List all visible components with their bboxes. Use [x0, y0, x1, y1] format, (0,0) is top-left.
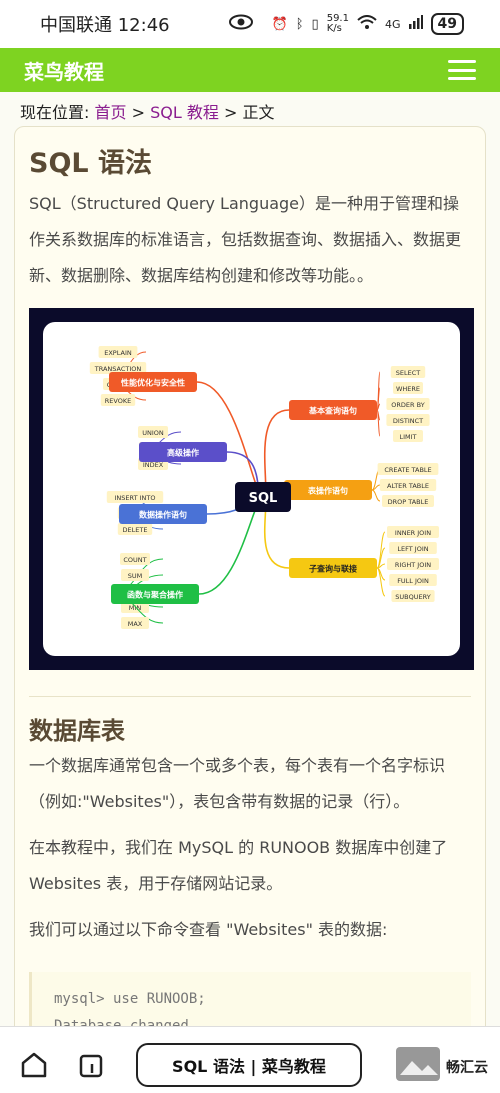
mindmap-branch-label: 高级操作 [167, 448, 199, 458]
paragraph-websites: 在本教程中，我们在 MySQL 的 RUNOOB 数据库中创建了 Website… [29, 838, 448, 893]
code-line: mysql> use RUNOOB; [54, 991, 206, 1007]
mindmap-leaf-label: SELECT [396, 369, 420, 377]
wifi-icon [357, 15, 377, 33]
mindmap-leaf-label: SUM [128, 572, 143, 580]
mindmap-leaf-label: SUBQUERY [395, 593, 430, 601]
breadcrumb-current: 正文 [242, 103, 275, 122]
home-icon[interactable] [20, 1051, 48, 1083]
breadcrumb-separator: > [131, 103, 146, 122]
alarm-icon: ⏰ [271, 16, 288, 32]
mindmap-branch-label: 子查询与联接 [309, 564, 357, 574]
breadcrumb-section-link[interactable]: SQL 教程 [150, 103, 219, 122]
mindmap-leaf-label: MAX [128, 620, 143, 628]
mindmap-leaf-label: INNER JOIN [395, 529, 431, 537]
mindmap-leaf-label: CREATE TABLE [384, 466, 431, 474]
vibrate-icon: ▯ [311, 16, 319, 32]
section-title: 数据库表 [29, 717, 125, 745]
mindmap-svg: EXPLAINTRANSACTIONGRANTREVOKE性能优化与安全性UNI… [89, 346, 439, 629]
clock: 12:46 [117, 15, 170, 36]
mindmap-branch-label: 数据操作语句 [139, 510, 187, 520]
sql-mindmap-image: EXPLAINTRANSACTIONGRANTREVOKE性能优化与安全性UNI… [29, 308, 474, 670]
paragraph-tables: 一个数据库通常包含一个或多个表，每个表有一个名字标识（例如:"Websites"… [29, 756, 446, 811]
site-logo[interactable]: 菜鸟教程 [24, 56, 104, 85]
signal-icon [408, 15, 423, 33]
mindmap-leaf-label: UNION [142, 429, 164, 437]
mindmap-leaf-label: INSERT INTO [115, 494, 156, 502]
mindmap-leaf-label: EXPLAIN [104, 349, 132, 357]
gallery-icon[interactable] [394, 1045, 442, 1087]
mindmap-branch-label: 基本查询语句 [308, 406, 357, 416]
browser-bottom-bar: SQL 语法 | 菜鸟教程 畅汇云 [0, 1026, 500, 1093]
mindmap-leaf-label: ALTER TABLE [387, 482, 429, 490]
watermark-text: 畅汇云 [446, 1060, 488, 1076]
mindmap-branch-label: 表操作语句 [307, 486, 348, 496]
site-header: 菜鸟教程 [0, 48, 500, 92]
paragraph-command: 我们可以通过以下命令查看 "Websites" 表的数据: [29, 920, 388, 939]
breadcrumb-separator: > [223, 103, 238, 122]
mindmap-leaf-label: FULL JOIN [397, 577, 429, 585]
mindmap-leaf-label: LIMIT [399, 433, 416, 441]
mindmap-leaf-connector [376, 531, 386, 569]
status-bar: 中国联通 12:46 ⏰ ᛒ ▯ 59.1 K/s 4G 49 [0, 0, 500, 48]
mindmap-canvas: EXPLAINTRANSACTIONGRANTREVOKE性能优化与安全性UNI… [43, 322, 460, 656]
article-title: SQL 语法 [29, 148, 153, 179]
status-left: 中国联通 12:46 [40, 11, 170, 37]
signal-label: 4G [384, 17, 401, 31]
bluetooth-icon: ᛒ [295, 16, 304, 32]
mindmap-leaf-label: LEFT JOIN [397, 545, 428, 553]
breadcrumb-home-link[interactable]: 首页 [95, 103, 127, 122]
section-divider [29, 696, 471, 697]
mindmap-branch-label: 函数与聚合操作 [127, 590, 183, 600]
mindmap-branch-label: 性能优化与安全性 [121, 378, 185, 388]
mindmap-leaf-connector [371, 484, 381, 491]
carrier-label: 中国联通 [40, 15, 112, 36]
current-tab-title[interactable]: SQL 语法 | 菜鸟教程 [136, 1043, 362, 1087]
mindmap-leaf-label: DELETE [123, 526, 148, 534]
article-card: SQL 语法 SQL（Structured Query Language）是一种… [14, 126, 486, 1046]
tabs-icon[interactable] [78, 1051, 106, 1083]
mindmap-leaf-label: COUNT [123, 556, 146, 564]
menu-icon[interactable] [448, 60, 476, 80]
mindmap-leaf-label: INDEX [143, 461, 164, 469]
mindmap-leaf-label: DROP TABLE [388, 498, 429, 506]
mindmap-leaf-label: DISTINCT [393, 417, 423, 425]
mindmap-center-label: SQL [249, 491, 278, 506]
mindmap-leaf-label: RIGHT JOIN [395, 561, 431, 569]
mindmap-leaf-connector [371, 489, 381, 502]
breadcrumb: 现在位置: 首页 > SQL 教程 > 正文 [20, 99, 274, 123]
article-intro: SQL（Structured Query Language）是一种用于管理和操作… [29, 194, 462, 285]
mindmap-leaf-label: TRANSACTION [94, 365, 142, 373]
eye-icon [228, 14, 253, 35]
mindmap-connector [196, 381, 264, 498]
mindmap-leaf-label: REVOKE [105, 397, 131, 405]
battery-icon: 49 [430, 13, 464, 35]
mindmap-leaf-label: ORDER BY [391, 401, 424, 409]
breadcrumb-label: 现在位置: [20, 103, 90, 122]
net-speed: 59.1 K/s [326, 13, 349, 34]
status-right: ⏰ ᛒ ▯ 59.1 K/s 4G 49 [272, 13, 464, 35]
mindmap-leaf-label: WHERE [396, 385, 420, 393]
mindmap-leaf-connector [376, 567, 386, 597]
